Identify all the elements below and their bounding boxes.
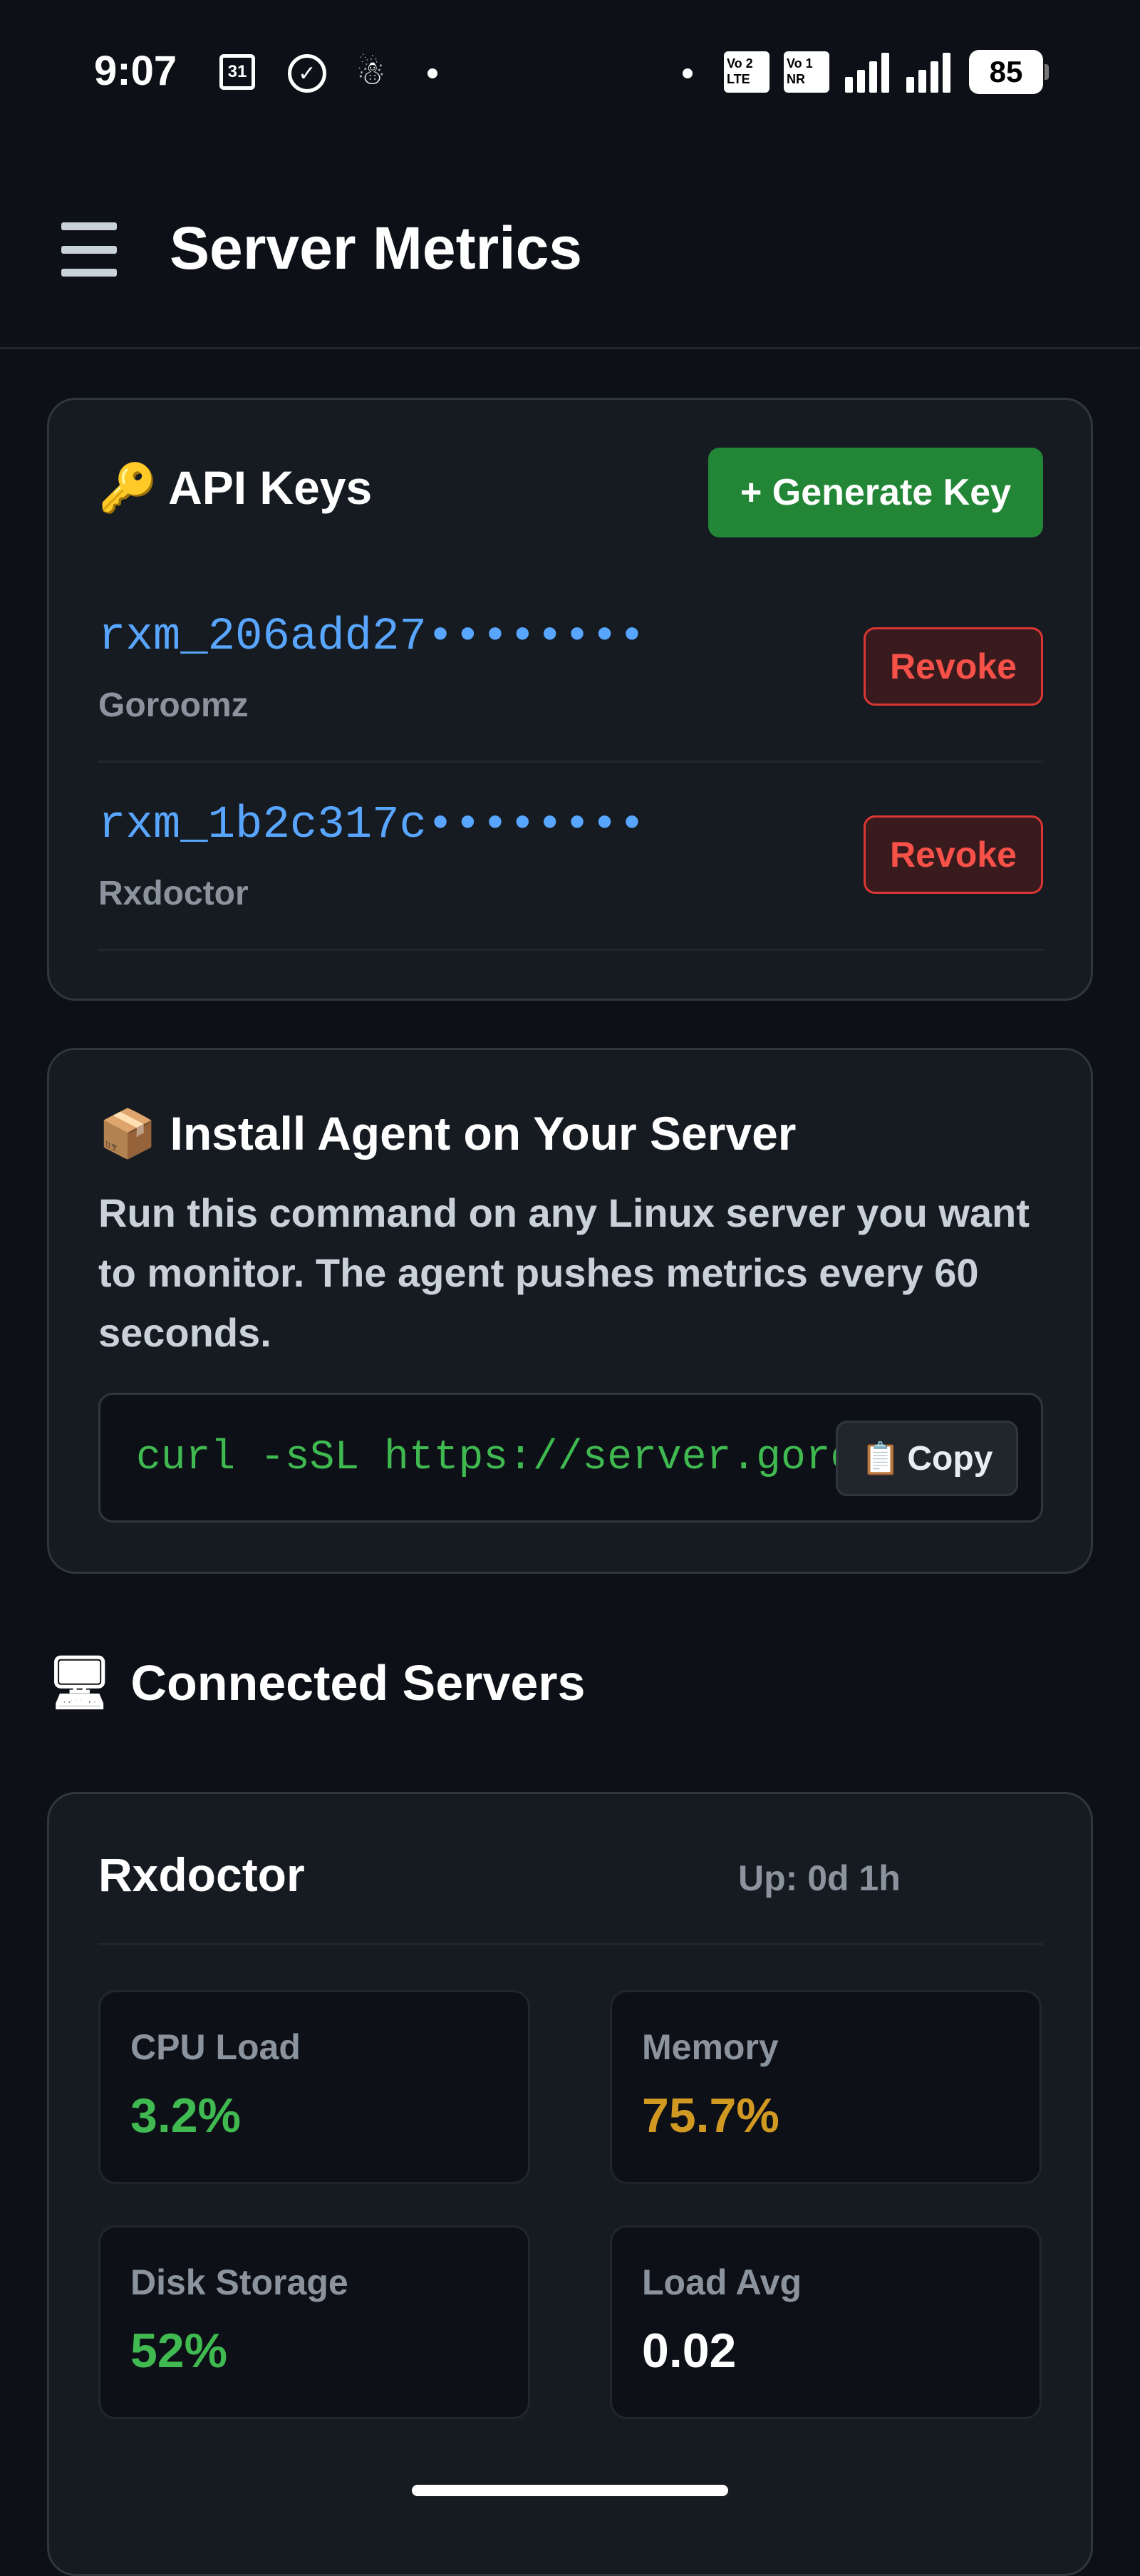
metric-value: 52% bbox=[130, 2324, 228, 2378]
notification-dot-icon bbox=[428, 68, 437, 78]
calendar-icon: 31 bbox=[219, 54, 255, 90]
metric-label: Memory bbox=[642, 2027, 779, 2067]
snowman-icon: ☃ bbox=[356, 54, 386, 91]
metric-value: 3.2% bbox=[130, 2088, 241, 2143]
metric-value: 75.7% bbox=[642, 2088, 779, 2143]
api-keys-title: 🔑 API Keys bbox=[98, 461, 373, 514]
signal-strength-icon bbox=[845, 51, 895, 93]
battery-tip bbox=[1045, 64, 1049, 80]
volte-nr-icon: Vo 1 NR bbox=[784, 51, 829, 93]
api-key-row: rxm_1b2c317c•••••••• Rxdoctor Revoke bbox=[98, 763, 1043, 951]
metric-load-avg: Load Avg 0.02 bbox=[610, 2225, 1042, 2419]
notification-dot-icon bbox=[683, 68, 693, 78]
home-indicator[interactable] bbox=[412, 2485, 728, 2496]
copy-button[interactable]: 📋 Copy bbox=[836, 1421, 1018, 1496]
volte-lte-icon: Vo 2 LTE bbox=[724, 51, 770, 93]
install-agent-title: 📦 Install Agent on Your Server bbox=[98, 1107, 797, 1160]
clipboard-icon: 📋 bbox=[861, 1441, 901, 1476]
metric-label: Disk Storage bbox=[130, 2262, 348, 2302]
command-box: curl -sSL https://server.goro 📋 Copy bbox=[98, 1393, 1043, 1523]
server-card bbox=[47, 1792, 1093, 2576]
install-command[interactable]: curl -sSL https://server.goro bbox=[136, 1435, 855, 1481]
metric-memory: Memory 75.7% bbox=[610, 1990, 1042, 2184]
connected-servers-title: Connected Servers bbox=[130, 1654, 586, 1711]
connected-servers-heading: 🖥 Connected Servers bbox=[47, 1652, 585, 1713]
check-circle-icon: ✓ bbox=[288, 54, 326, 93]
server-uptime: Up: 0d 1h bbox=[738, 1858, 901, 1898]
metric-label: Load Avg bbox=[642, 2262, 802, 2302]
status-time: 9:07 bbox=[94, 48, 177, 94]
api-key-row: rxm_206add27•••••••• Goroomz Revoke bbox=[98, 575, 1043, 763]
status-bar: 9:07 31 ✓ ☃ Vo 2 LTE Vo 1 NR 85 bbox=[0, 0, 1140, 143]
metric-value: 0.02 bbox=[642, 2324, 737, 2378]
revoke-button[interactable]: Revoke bbox=[864, 815, 1043, 894]
api-key-id: rxm_1b2c317c•••••••• bbox=[98, 800, 646, 851]
signal-strength-icon bbox=[906, 51, 956, 93]
api-key-name: Rxdoctor bbox=[98, 875, 249, 912]
monitor-icon: 🖥 bbox=[47, 1654, 113, 1711]
server-name: Rxdoctor bbox=[98, 1848, 305, 1901]
revoke-button[interactable]: Revoke bbox=[864, 627, 1043, 706]
battery-icon: 85 bbox=[969, 50, 1043, 94]
hamburger-menu-icon[interactable] bbox=[61, 222, 117, 277]
install-description: Run this command on any Linux server you… bbox=[98, 1190, 1030, 1355]
metric-disk-storage: Disk Storage 52% bbox=[98, 2225, 530, 2419]
copy-label: Copy bbox=[907, 1439, 993, 1478]
api-key-name: Goroomz bbox=[98, 686, 249, 724]
api-key-id: rxm_206add27•••••••• bbox=[98, 612, 646, 663]
generate-key-button[interactable]: + Generate Key bbox=[708, 448, 1043, 537]
divider bbox=[98, 1943, 1043, 1945]
metric-label: CPU Load bbox=[130, 2027, 301, 2067]
metric-cpu-load: CPU Load 3.2% bbox=[98, 1990, 530, 2184]
page-title: Server Metrics bbox=[170, 215, 583, 282]
